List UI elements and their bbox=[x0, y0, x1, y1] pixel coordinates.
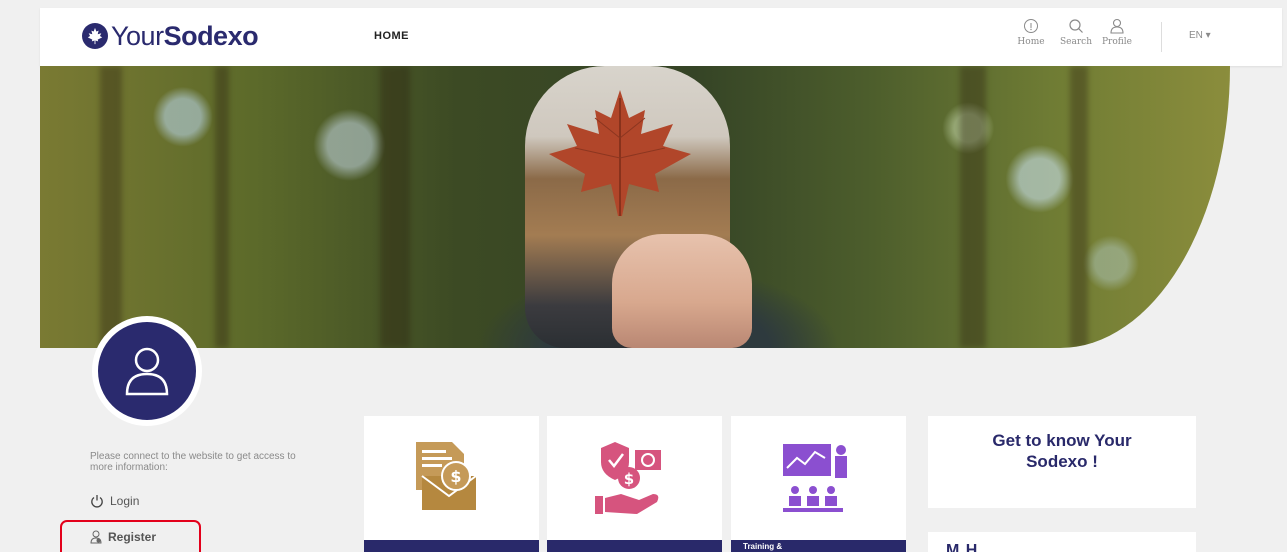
search-nav-button[interactable]: Search bbox=[1056, 18, 1096, 47]
maple-leaf-photo bbox=[549, 90, 691, 216]
language-selector[interactable]: EN ▾ bbox=[1189, 30, 1211, 41]
svg-text:$: $ bbox=[624, 470, 634, 488]
user-avatar[interactable] bbox=[92, 316, 202, 426]
top-navigation: Your Sodexo HOME Home Search Profile EN … bbox=[40, 8, 1282, 66]
service-tile-benefits[interactable]: $ bbox=[547, 416, 722, 552]
second-card-title: M H bbox=[946, 542, 979, 552]
service-tile-training[interactable]: Training & bbox=[731, 416, 906, 552]
tree-trunk bbox=[1070, 66, 1088, 348]
svg-text:$: $ bbox=[450, 467, 461, 486]
envelope-dollar-icon: $ bbox=[416, 442, 477, 510]
tree-trunk bbox=[100, 66, 122, 348]
login-link[interactable]: Login bbox=[90, 494, 139, 508]
connect-prompt-text: Please connect to the website to get acc… bbox=[90, 451, 296, 473]
profile-nav-button[interactable]: Profile bbox=[1097, 18, 1137, 47]
profile-label: Profile bbox=[1102, 37, 1132, 47]
register-link[interactable]: Register bbox=[90, 530, 156, 544]
tile-label-bar bbox=[364, 540, 539, 552]
search-icon bbox=[1069, 19, 1083, 33]
hero-banner-image bbox=[40, 66, 1230, 348]
tree-trunk bbox=[215, 66, 229, 348]
tile-label-bar bbox=[547, 540, 722, 552]
hand-coins-icon: $ bbox=[595, 442, 661, 514]
service-tile-payslip[interactable]: $ bbox=[364, 416, 539, 552]
logo-text-sodexo: Sodexo bbox=[163, 20, 259, 51]
home-label: Home bbox=[1017, 37, 1045, 47]
hand-photo bbox=[612, 234, 752, 348]
tile-label: Training & bbox=[743, 542, 783, 551]
training-presentation-icon bbox=[783, 444, 847, 512]
get-to-know-title: Get to know Your Sodexo ! bbox=[992, 431, 1132, 471]
tile-label-bar: Training & bbox=[731, 540, 906, 552]
home-icon bbox=[1024, 19, 1038, 33]
login-label: Login bbox=[110, 494, 140, 508]
get-to-know-card[interactable]: Get to know Your Sodexo ! bbox=[928, 416, 1196, 508]
user-avatar-icon bbox=[125, 347, 169, 396]
profile-icon bbox=[1110, 18, 1124, 34]
your-sodexo-logo[interactable]: Your Sodexo bbox=[82, 18, 259, 54]
nav-home-link[interactable]: HOME bbox=[374, 30, 409, 42]
register-label: Register bbox=[108, 530, 157, 544]
nav-divider bbox=[1161, 22, 1162, 52]
home-nav-button[interactable]: Home bbox=[1011, 18, 1051, 47]
power-icon bbox=[91, 495, 103, 508]
maple-leaf-icon bbox=[82, 23, 108, 49]
second-info-card[interactable]: M H bbox=[928, 532, 1196, 552]
search-label: Search bbox=[1060, 37, 1092, 47]
logo-text-your: Your bbox=[111, 20, 164, 51]
user-plus-icon bbox=[90, 530, 102, 544]
tree-trunk bbox=[960, 66, 986, 348]
tree-trunk bbox=[380, 66, 410, 348]
